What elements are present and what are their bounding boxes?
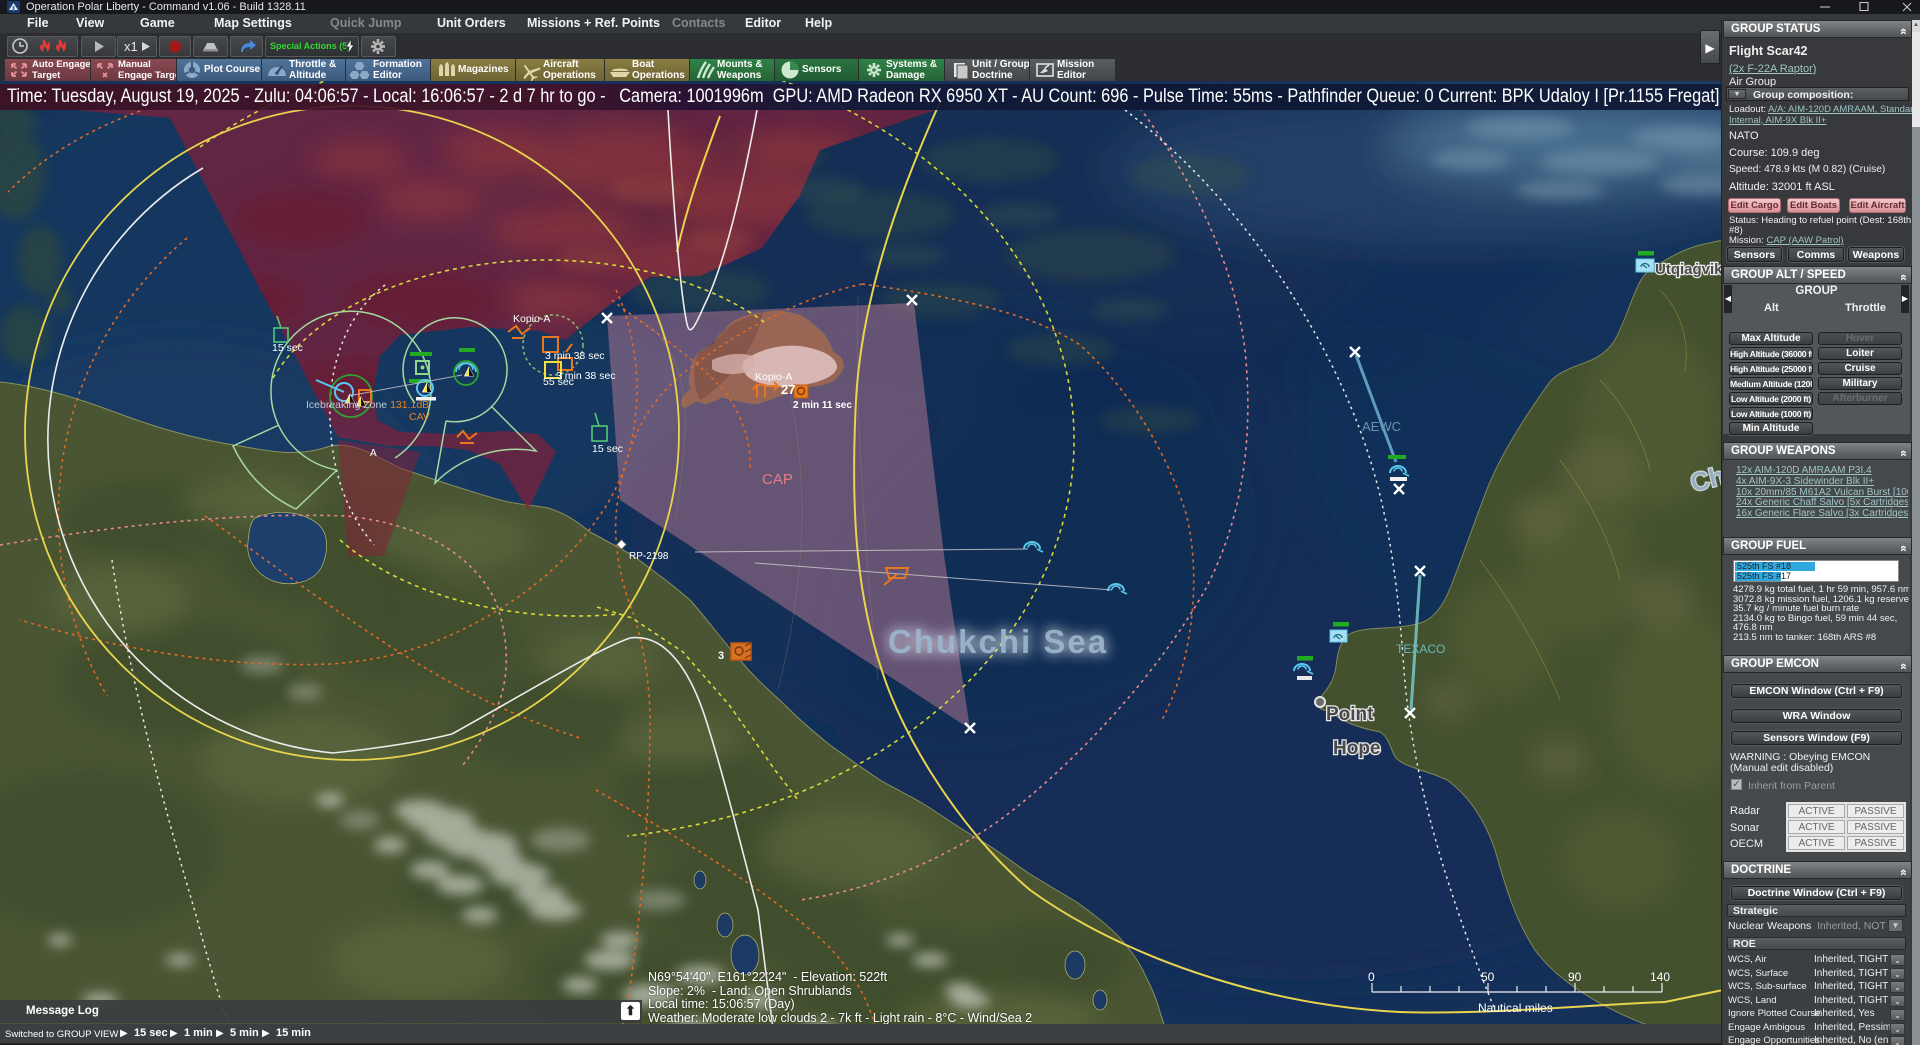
svg-text:15 sec: 15 sec [592, 443, 623, 455]
svg-text:RP-2198: RP-2198 [629, 551, 669, 562]
svg-text:Utqiaġvik: Utqiaġvik [1655, 261, 1723, 278]
svg-text:27: 27 [781, 382, 795, 397]
svg-text:Icebreaking Zone 131.1dB: Icebreaking Zone 131.1dB [306, 399, 429, 411]
svg-text:x1: x1 [124, 39, 138, 54]
svg-text:3 min 38 sec: 3 min 38 sec [545, 350, 605, 362]
svg-text:CAP: CAP [762, 471, 793, 488]
svg-text:Nautical miles: Nautical miles [1478, 1001, 1553, 1015]
svg-text:2 min 11 sec: 2 min 11 sec [793, 400, 852, 411]
svg-text:Kopio-A: Kopio-A [513, 313, 550, 325]
svg-text:140: 140 [1650, 970, 1670, 984]
svg-text:55 sec: 55 sec [543, 376, 574, 388]
svg-text:Hope: Hope [1333, 738, 1381, 759]
svg-text:3: 3 [718, 650, 724, 662]
svg-text:0: 0 [1368, 970, 1375, 984]
svg-text:Point: Point [1326, 704, 1374, 725]
svg-text:Chukchi Sea: Chukchi Sea [888, 623, 1108, 660]
svg-text:A: A [370, 448, 377, 459]
svg-text:AEWC: AEWC [1362, 419, 1401, 434]
svg-text:TEXACO: TEXACO [1396, 642, 1445, 656]
svg-text:CAV: CAV [409, 411, 430, 423]
svg-text:50: 50 [1481, 970, 1495, 984]
svg-text:15 sec: 15 sec [272, 342, 303, 354]
svg-text:90: 90 [1568, 970, 1582, 984]
